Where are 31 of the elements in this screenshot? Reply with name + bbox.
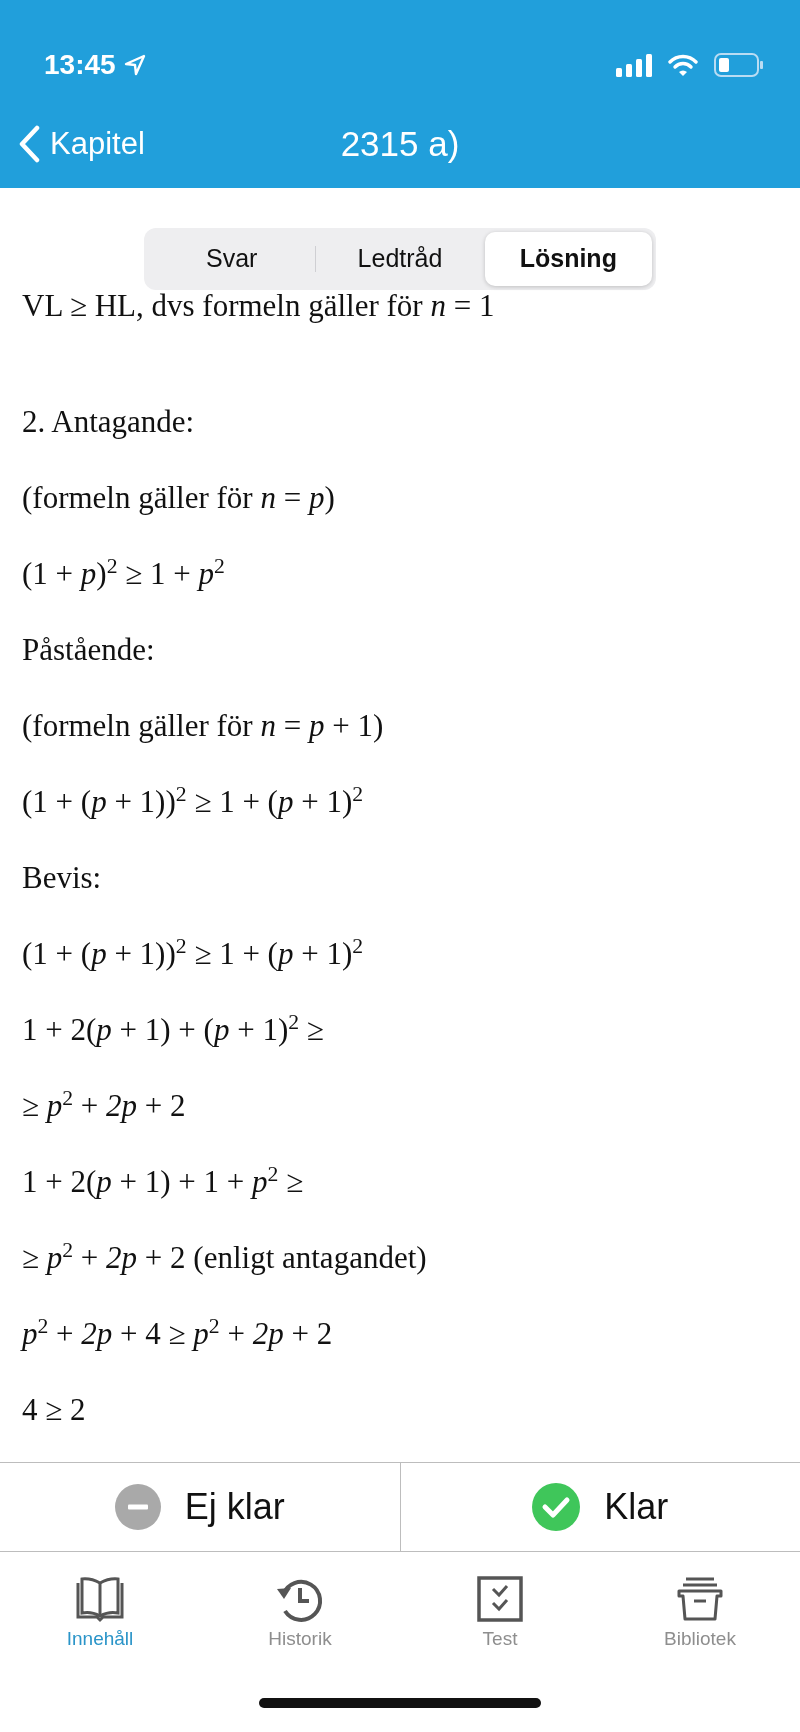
solution-line: ≥ p$^{2}$ + 2p + 2 — [22, 1085, 187, 1125]
segment-tab[interactable]: Svar — [148, 232, 316, 286]
solution-line: 1 + 2(p + 1) + (p + 1)$^{2}$ ≥ — [22, 1009, 325, 1049]
location-icon — [123, 54, 146, 76]
tab-bar-item[interactable]: Innehåll — [0, 1574, 200, 1660]
solution-line: 4 ≥ 2 — [22, 1391, 87, 1429]
battery-icon — [714, 53, 764, 77]
status-time: 13:45 — [44, 48, 116, 82]
check-circle-icon — [532, 1483, 581, 1531]
solution-line: Påstående: — [22, 631, 156, 669]
solution-line: (formeln gäller för n = p + 1) — [22, 707, 385, 745]
solution-line: p$^{2}$ + 2p + 4 ≥ p$^{2}$ + 2p + 2 — [22, 1313, 334, 1353]
minus-circle-icon — [114, 1484, 161, 1530]
solution-line: ≥ p$^{2}$ + 2p + 2 (enligt antagandet) — [22, 1237, 428, 1277]
wifi-icon — [668, 53, 698, 77]
solution-line: (formeln gäller för n = p) — [22, 479, 336, 517]
solution-line: Bevis: — [22, 859, 103, 897]
checklist-icon — [475, 1575, 525, 1623]
archive-icon — [675, 1575, 725, 1623]
segment-tab[interactable]: Ledtråd — [316, 232, 484, 286]
solution-line: 2. Antagande: — [22, 403, 196, 441]
screen-title: 2315 a) — [340, 123, 460, 163]
solution-line: (1 + (p + 1))$^{2}$ ≥ 1 + (p + 1)$^{2}$ — [22, 781, 365, 821]
solution-line: (1 + (p + 1))$^{2}$ ≥ 1 + (p + 1)$^{2}$ — [22, 933, 365, 973]
segment-tab[interactable]: Lösning — [484, 232, 652, 286]
solution-line: VL ≥ HL, dvs formeln gäller för n = 1 — [22, 287, 496, 325]
book-icon — [75, 1575, 125, 1623]
solution-line: (1 + p)$^{2}$ ≥ 1 + p$^{2}$ — [22, 553, 226, 593]
back-chevron-icon — [18, 125, 40, 163]
signal-icon — [616, 53, 652, 77]
solution-line: 1 + 2(p + 1) + 1 + p$^{2}$ ≥ — [22, 1161, 305, 1201]
